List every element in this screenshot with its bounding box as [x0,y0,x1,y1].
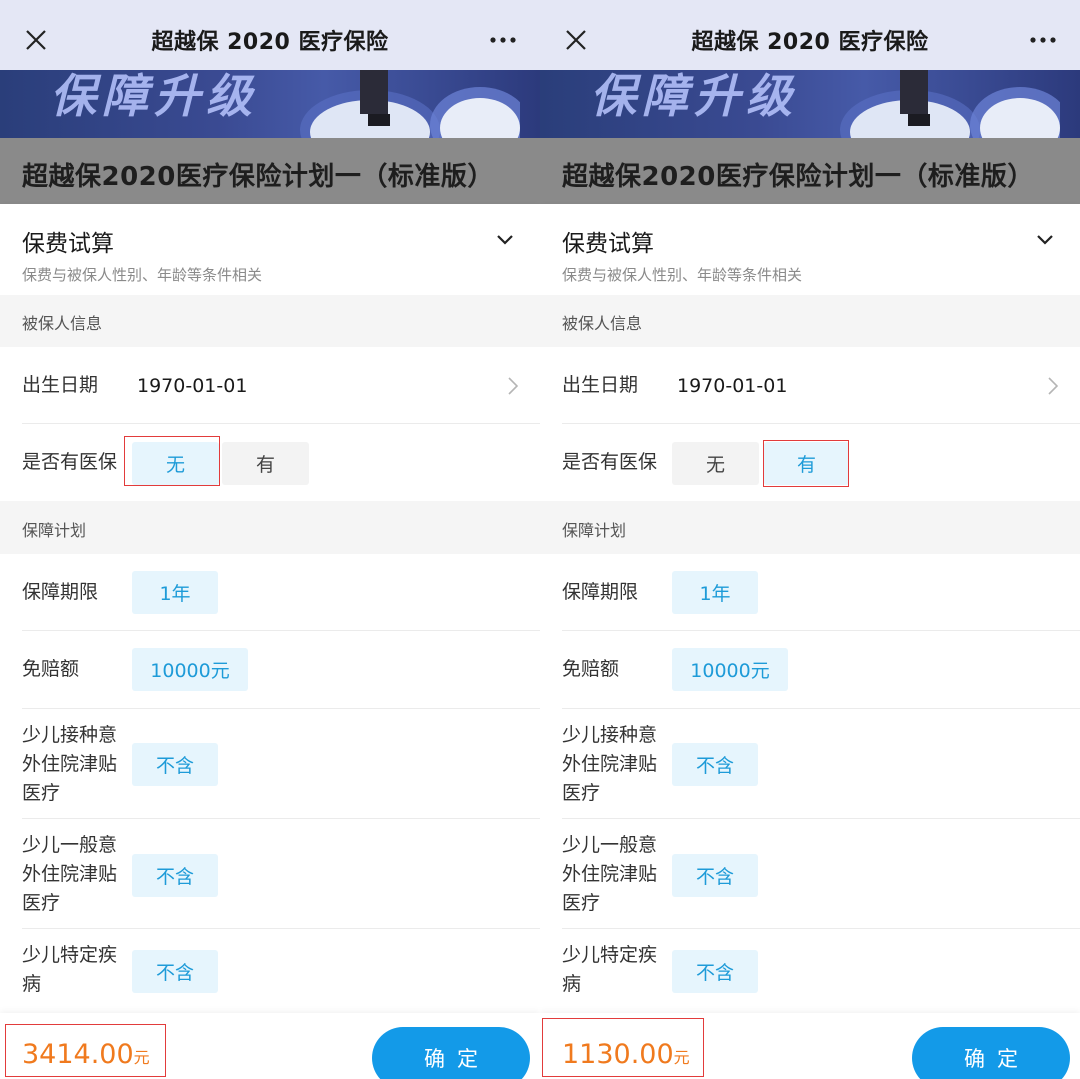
child-accident-row: 少儿一般意 外住院津贴 医疗 不含 [540,819,1080,929]
more-icon[interactable] [490,37,516,43]
promo-banner: 保障升级 [540,70,1080,138]
section-insured: 被保人信息 [540,295,1080,347]
comparison-screenshot: 超越保 2020 医疗保险 保障升级 超越保2020医疗保险计划一（标准版） 保… [0,0,1080,1079]
child-disease-label: 少儿特定疾 病 [22,944,118,995]
chevron-down-icon[interactable] [1036,234,1054,246]
child-disease-option[interactable]: 不含 [132,950,218,993]
medical-insurance-label: 是否有医保 [562,451,658,473]
deductible-label: 免赔额 [562,658,620,680]
child-vaccination-row: 少儿接种意 外住院津贴 医疗 不含 [540,709,1080,819]
calc-subtitle: 保费与被保人性别、年龄等条件相关 [562,266,803,284]
term-row: 保障期限 1年 [540,554,1080,631]
medical-insurance-label: 是否有医保 [22,451,118,473]
more-icon[interactable] [1030,37,1056,43]
birth-date-row[interactable]: 出生日期 1970-01-01 [540,347,1080,424]
deductible-row: 免赔额 10000元 [540,631,1080,709]
child-vaccination-option[interactable]: 不含 [132,743,218,786]
plan-title-bar: 超越保2020医疗保险计划一（标准版） [540,138,1080,204]
plan-title-bar: 超越保2020医疗保险计划一（标准版） [0,138,540,204]
chevron-right-icon [1048,377,1058,395]
child-accident-option[interactable]: 不含 [672,854,758,897]
option-no-insurance[interactable]: 无 [672,442,759,485]
deductible-option[interactable]: 10000元 [672,648,788,691]
child-disease-row: 少儿特定疾 病 不含 [0,929,540,1019]
child-accident-label: 少儿一般意 外住院津贴 医疗 [562,834,658,914]
plan-title: 超越保2020医疗保险计划一（标准版） [22,162,494,192]
banner-text: 保障升级 [50,70,258,123]
page-title: 超越保 2020 医疗保险 [151,30,389,55]
birth-date-label: 出生日期 [22,374,99,396]
confirm-button[interactable]: 确定 [912,1027,1070,1079]
term-row: 保障期限 1年 [0,554,540,631]
section-insured: 被保人信息 [0,295,540,347]
child-vaccination-option[interactable]: 不含 [672,743,758,786]
calc-title: 保费试算 [22,231,114,257]
panel-right: 超越保 2020 医疗保险 保障升级 超越保2020医疗保险计划一（标准版） 保… [540,0,1080,1079]
calc-subtitle: 保费与被保人性别、年龄等条件相关 [22,266,263,284]
highlight-box [763,440,849,487]
clock-illustration-icon [300,70,520,138]
child-accident-row: 少儿一般意 外住院津贴 医疗 不含 [0,819,540,929]
footer-bar: 1130.00元 确定 [540,1013,1080,1079]
chevron-right-icon [508,377,518,395]
birth-date-label: 出生日期 [562,374,639,396]
confirm-button[interactable]: 确定 [372,1027,530,1079]
birth-date-row[interactable]: 出生日期 1970-01-01 [0,347,540,424]
calc-header[interactable]: 保费试算 保费与被保人性别、年龄等条件相关 [540,204,1080,295]
term-option[interactable]: 1年 [132,571,218,614]
term-label: 保障期限 [22,581,99,603]
medical-insurance-row: 是否有医保 无 有 [540,424,1080,501]
nav-bar: 超越保 2020 医疗保险 [0,0,540,70]
highlight-box [5,1024,166,1077]
medical-insurance-row: 是否有医保 无 有 [0,424,540,501]
child-accident-option[interactable]: 不含 [132,854,218,897]
section-plan-label: 保障计划 [562,521,627,540]
deductible-row: 免赔额 10000元 [0,631,540,709]
footer-bar: 3414.00元 确定 [0,1013,540,1079]
page-title: 超越保 2020 医疗保险 [691,30,929,55]
highlight-box [124,436,220,486]
birth-date-value: 1970-01-01 [677,375,788,397]
premium-calc-sheet: 保费试算 保费与被保人性别、年龄等条件相关 被保人信息 出生日期 1970-01… [0,204,540,1079]
highlight-box [542,1018,704,1077]
promo-banner: 保障升级 [0,70,540,138]
section-insured-label: 被保人信息 [562,314,643,333]
calc-title: 保费试算 [562,231,654,257]
calc-header[interactable]: 保费试算 保费与被保人性别、年龄等条件相关 [0,204,540,295]
section-plan: 保障计划 [540,501,1080,554]
birth-date-value: 1970-01-01 [137,375,248,397]
panel-left: 超越保 2020 医疗保险 保障升级 超越保2020医疗保险计划一（标准版） 保… [0,0,540,1079]
clock-illustration-icon [840,70,1060,138]
child-vaccination-label: 少儿接种意 外住院津贴 医疗 [22,724,118,804]
child-vaccination-label: 少儿接种意 外住院津贴 医疗 [562,724,658,804]
banner-text: 保障升级 [590,70,798,123]
term-option[interactable]: 1年 [672,571,758,614]
deductible-label: 免赔额 [22,658,80,680]
child-disease-label: 少儿特定疾 病 [562,944,658,995]
child-accident-label: 少儿一般意 外住院津贴 医疗 [22,834,118,914]
section-plan-label: 保障计划 [22,521,87,540]
child-disease-row: 少儿特定疾 病 不含 [540,929,1080,1019]
child-vaccination-row: 少儿接种意 外住院津贴 医疗 不含 [0,709,540,819]
term-label: 保障期限 [562,581,639,603]
deductible-option[interactable]: 10000元 [132,648,248,691]
chevron-down-icon[interactable] [496,234,514,246]
section-insured-label: 被保人信息 [22,314,103,333]
premium-calc-sheet: 保费试算 保费与被保人性别、年龄等条件相关 被保人信息 出生日期 1970-01… [540,204,1080,1079]
child-disease-option[interactable]: 不含 [672,950,758,993]
plan-title: 超越保2020医疗保险计划一（标准版） [562,162,1034,192]
option-has-insurance[interactable]: 有 [222,442,309,485]
nav-bar: 超越保 2020 医疗保险 [540,0,1080,70]
section-plan: 保障计划 [0,501,540,554]
